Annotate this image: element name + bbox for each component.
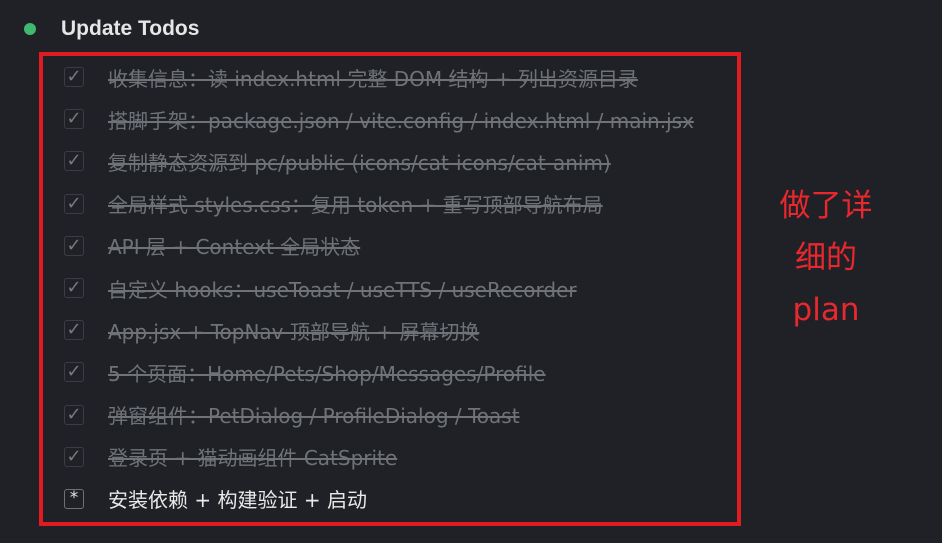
checkmark-icon: ✓ [64,446,84,467]
todo-item: ✓ 5 个页面：Home/Pets/Shop/Messages/Profile [64,351,694,393]
checkmark-icon: ✓ [64,151,84,172]
checkmark-icon: ✓ [64,362,84,383]
annotation-line: 做了详 [779,188,873,224]
annotation-note: 做了详 细的 plan [757,180,895,336]
todo-text: App.jsx + TopNav 顶部导航 + 屏幕切换 [108,319,480,344]
todo-text: 安装依赖 + 构建验证 + 启动 [108,488,367,513]
todo-item: ✓ API 层 + Context 全局状态 [64,225,694,267]
todo-header: Update Todos [24,16,199,42]
todo-text: 5 个页面：Home/Pets/Shop/Messages/Profile [108,361,546,386]
todo-list: ✓ 收集信息：读 index.html 完整 DOM 结构 + 列出资源目录 ✓… [64,56,694,520]
todo-text: 全局样式 styles.css：复用 token + 重写顶部导航布局 [108,193,603,218]
annotation-line: plan [792,292,860,328]
status-dot-icon [24,23,36,35]
todo-item: ✓ 搭脚手架：package.json / vite.config / inde… [64,98,694,140]
todo-item: ✓ 自定义 hooks：useToast / useTTS / useRecor… [64,267,694,309]
checkmark-icon: ✓ [64,278,84,299]
in-progress-asterisk-icon: * [64,488,84,509]
todo-text: 自定义 hooks：useToast / useTTS / useRecorde… [108,277,577,302]
todo-text: 复制静态资源到 pc/public (icons/cat-icons/cat-a… [108,150,611,175]
checkmark-icon: ✓ [64,404,84,425]
todo-item: ✓ 复制静态资源到 pc/public (icons/cat-icons/cat… [64,140,694,182]
todo-item: ✓ App.jsx + TopNav 顶部导航 + 屏幕切换 [64,309,694,351]
todo-panel: Update Todos ✓ 收集信息：读 index.html 完整 DOM … [0,0,942,543]
todo-text: API 层 + Context 全局状态 [108,235,361,260]
todo-title: Update Todos [61,17,200,40]
todo-text: 弹窗组件：PetDialog / ProfileDialog / Toast [108,404,520,429]
annotation-line: 细的 [795,240,857,276]
checkmark-icon: ✓ [64,320,84,341]
checkmark-icon: ✓ [64,235,84,256]
checkmark-icon: ✓ [64,67,84,88]
todo-text: 收集信息：读 index.html 完整 DOM 结构 + 列出资源目录 [108,66,638,91]
todo-text: 登录页 + 猫动画组件 CatSprite [108,446,398,471]
todo-item: ✓ 登录页 + 猫动画组件 CatSprite [64,436,694,478]
todo-text: 搭脚手架：package.json / vite.config / index.… [108,108,694,133]
checkmark-icon: ✓ [64,193,84,214]
todo-item-active: * 安装依赖 + 构建验证 + 启动 [64,478,694,520]
todo-item: ✓ 弹窗组件：PetDialog / ProfileDialog / Toast [64,394,694,436]
todo-item: ✓ 全局样式 styles.css：复用 token + 重写顶部导航布局 [64,183,694,225]
todo-item: ✓ 收集信息：读 index.html 完整 DOM 结构 + 列出资源目录 [64,56,694,98]
checkmark-icon: ✓ [64,109,84,130]
